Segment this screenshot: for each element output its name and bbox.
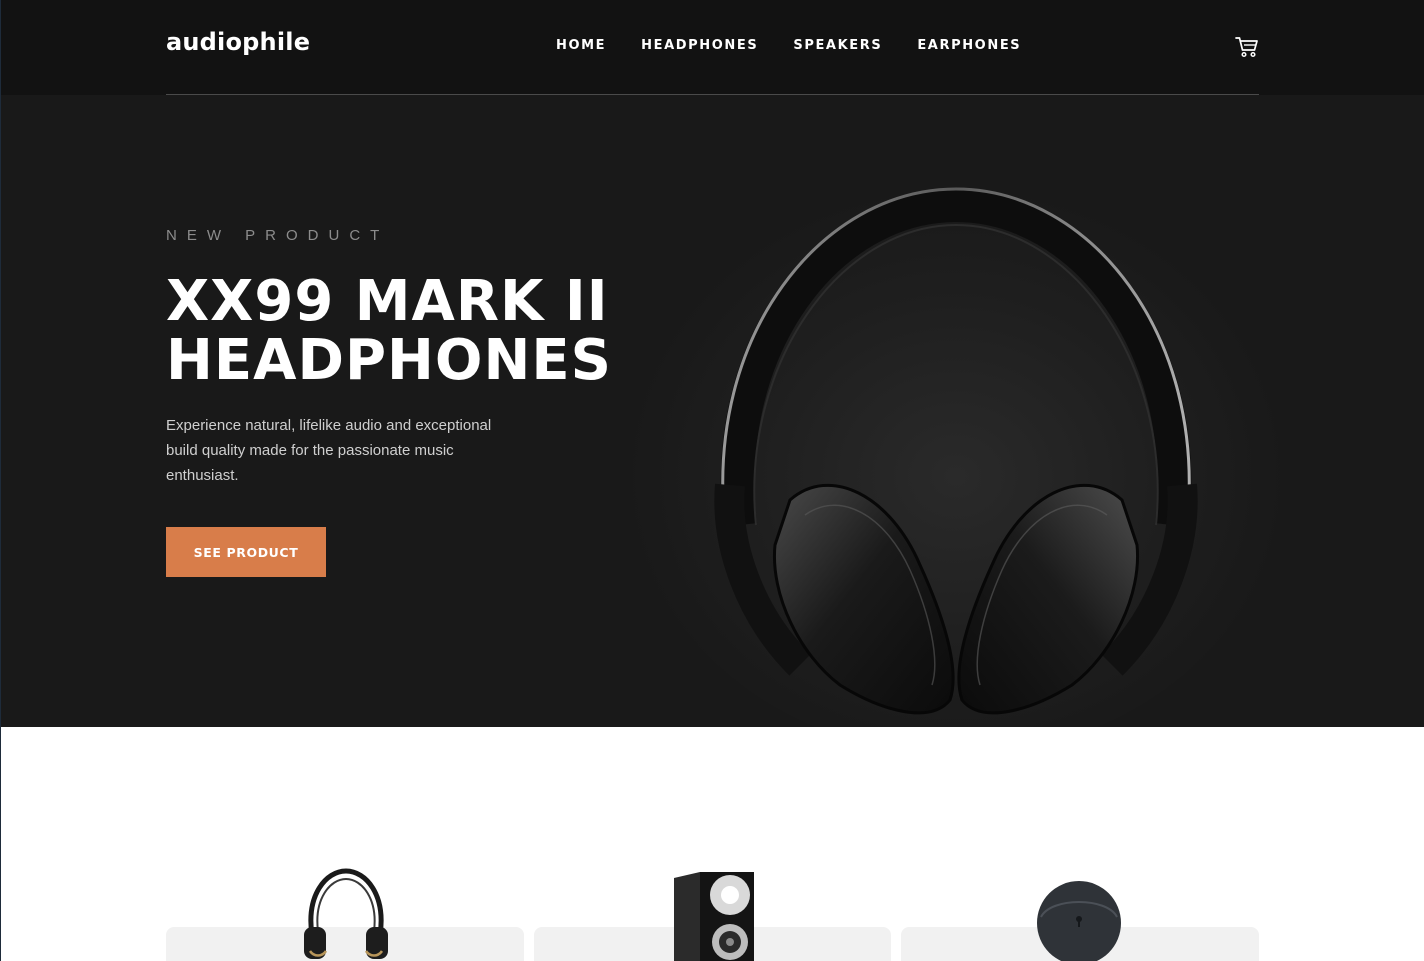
hero-title: XX99 MARK II HEADPHONES	[166, 272, 626, 390]
logo[interactable]: audiophile	[166, 28, 310, 56]
nav-home[interactable]: HOME	[556, 38, 606, 53]
nav-headphones[interactable]: HEADPHONES	[641, 38, 758, 53]
hero-description: Experience natural, lifelike audio and e…	[166, 417, 492, 484]
headphones-hero-image	[626, 175, 1286, 727]
page-edge	[0, 0, 1, 961]
hero-title-line-1: XX99 MARK II	[166, 269, 609, 334]
header-inner: audiophile HOME HEADPHONES SPEAKERS EARP…	[166, 0, 1259, 95]
earphones-category-image	[1037, 881, 1121, 961]
main-nav: HOME HEADPHONES SPEAKERS EARPHONES	[556, 38, 1021, 53]
categories-section	[0, 727, 1424, 961]
speaker-category-image	[674, 872, 754, 961]
nav-speakers[interactable]: SPEAKERS	[793, 38, 882, 53]
new-product-label: NEW PRODUCT	[166, 227, 390, 244]
nav-earphones[interactable]: EARPHONES	[917, 38, 1021, 53]
hero-section: NEW PRODUCT XX99 MARK II HEADPHONES Expe…	[0, 95, 1424, 727]
site-header: audiophile HOME HEADPHONES SPEAKERS EARP…	[0, 0, 1424, 95]
hero-title-line-2: HEADPHONES	[166, 328, 612, 393]
headphones-category-image	[304, 868, 388, 959]
see-product-button[interactable]: SEE PRODUCT	[166, 527, 326, 577]
cart-icon[interactable]	[1235, 36, 1259, 58]
